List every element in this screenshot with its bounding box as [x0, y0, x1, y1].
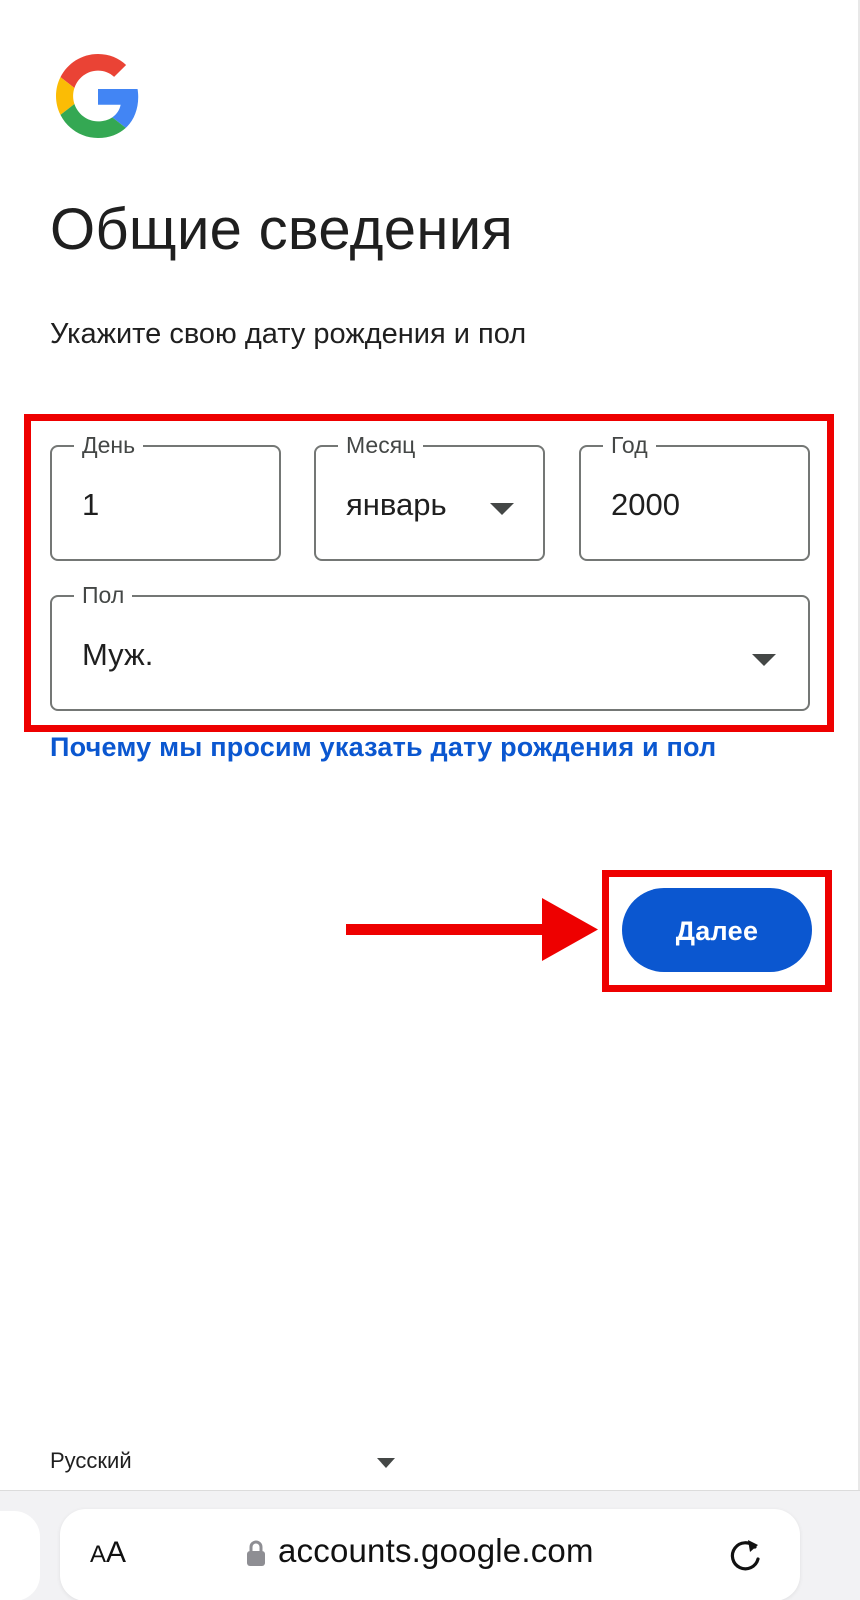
reload-icon[interactable]: [725, 1535, 765, 1575]
previous-tab-preview[interactable]: [0, 1511, 40, 1600]
lock-icon: [247, 1540, 265, 1566]
google-logo-icon: [56, 54, 139, 138]
annotation-highlight-fields: [24, 414, 834, 732]
language-select[interactable]: Русский: [50, 1444, 400, 1484]
page-subtitle: Укажите свою дату рождения и пол: [50, 318, 527, 350]
text-size-small-glyph: A: [90, 1541, 107, 1568]
address-bar[interactable]: AA accounts.google.com: [60, 1509, 800, 1600]
next-button[interactable]: Далее: [622, 888, 812, 972]
dropdown-arrow-icon: [377, 1458, 395, 1468]
signup-page: Общие сведения Укажите свою дату рождени…: [0, 0, 860, 1600]
text-size-button[interactable]: AA: [90, 1533, 126, 1575]
annotation-arrow-icon: [346, 898, 598, 961]
browser-toolbar: AA accounts.google.com: [0, 1490, 860, 1600]
page-title: Общие сведения: [50, 197, 514, 262]
url-text: accounts.google.com: [278, 1532, 594, 1569]
why-birthday-gender-link[interactable]: Почему мы просим указать дату рождения и…: [50, 732, 716, 763]
text-size-large-glyph: A: [106, 1536, 127, 1569]
language-select-value: Русский: [50, 1448, 132, 1473]
